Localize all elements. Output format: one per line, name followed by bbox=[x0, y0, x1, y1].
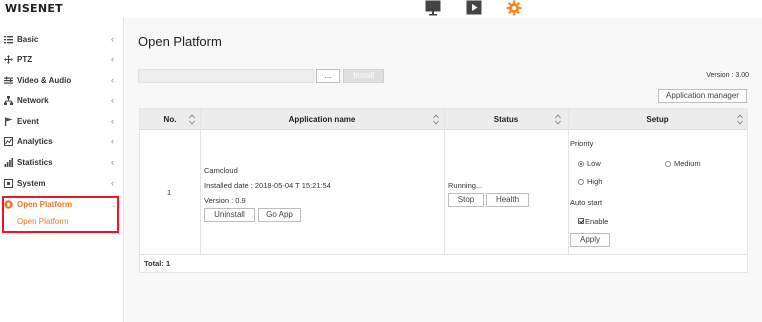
chevron-left-icon: ‹ bbox=[111, 178, 114, 188]
main-content: Open Platform ... Install Version : 3.00… bbox=[125, 18, 762, 322]
sidebar-item-video-audio[interactable]: Video & Audio ‹ bbox=[0, 72, 124, 92]
sidebar-item-basic[interactable]: Basic ‹ bbox=[0, 31, 124, 51]
installed-date: Installed date : 2018-05-04 T 15:21:54 bbox=[204, 181, 331, 190]
sidebar-item-label: Video & Audio bbox=[17, 76, 72, 85]
system-icon bbox=[4, 179, 13, 188]
event-flag-icon bbox=[5, 117, 13, 126]
application-table: No. Application name Status Setup 1 Camc… bbox=[139, 108, 748, 273]
enable-label: Enable bbox=[585, 217, 609, 226]
row-number: 1 bbox=[167, 188, 172, 197]
auto-start-label: Auto start bbox=[570, 198, 603, 207]
apply-button[interactable]: Apply bbox=[570, 233, 610, 247]
sort-icon[interactable] bbox=[433, 114, 439, 125]
chevron-left-icon: ‹ bbox=[111, 95, 114, 105]
priority-high-radio[interactable] bbox=[578, 179, 584, 185]
sort-icon[interactable] bbox=[555, 114, 561, 125]
chevron-left-icon: ‹ bbox=[111, 54, 114, 64]
network-icon bbox=[4, 96, 13, 105]
app-name: Camcloud bbox=[204, 166, 238, 175]
priority-low-radio[interactable] bbox=[578, 161, 584, 167]
sidebar-item-label: System bbox=[17, 179, 46, 188]
chevron-left-icon: ‹ bbox=[111, 34, 114, 44]
priority-label: Priority bbox=[570, 139, 594, 148]
column-divider bbox=[444, 109, 445, 254]
chevron-left-icon: ‹ bbox=[111, 157, 114, 167]
stop-button[interactable]: Stop bbox=[448, 193, 484, 207]
priority-high-label: High bbox=[587, 177, 603, 186]
sidebar-item-label: Network bbox=[17, 96, 49, 105]
column-header-application-name[interactable]: Application name bbox=[200, 109, 444, 130]
row-divider bbox=[140, 254, 747, 255]
sidebar-item-label: Analytics bbox=[17, 137, 53, 146]
active-menu-highlight bbox=[2, 196, 119, 233]
health-button[interactable]: Health bbox=[486, 193, 529, 207]
enable-checkbox[interactable] bbox=[578, 218, 584, 224]
sidebar-item-label: PTZ bbox=[17, 55, 33, 64]
wisenet-logo: WISENET bbox=[5, 2, 63, 15]
chevron-left-icon: ‹ bbox=[111, 116, 114, 126]
sidebar-item-system[interactable]: System ‹ bbox=[0, 175, 124, 195]
priority-medium-label: Medium bbox=[674, 159, 701, 168]
sidebar-item-analytics[interactable]: Analytics ‹ bbox=[0, 133, 124, 153]
column-header-status[interactable]: Status bbox=[444, 109, 568, 130]
sidebar-item-label: Event bbox=[17, 117, 39, 126]
sidebar-item-statistics[interactable]: Statistics ‹ bbox=[0, 154, 124, 174]
file-path-field[interactable] bbox=[138, 69, 314, 83]
list-icon bbox=[4, 36, 13, 44]
sort-icon[interactable] bbox=[737, 114, 743, 125]
app-version: Version : 0.9 bbox=[204, 196, 246, 205]
gear-icon[interactable] bbox=[506, 0, 522, 16]
status-text: Running... bbox=[448, 181, 483, 190]
sidebar-item-event[interactable]: Event ‹ bbox=[0, 113, 124, 133]
application-manager-button[interactable]: Application manager bbox=[658, 89, 747, 103]
sort-icon[interactable] bbox=[189, 114, 195, 125]
monitor-icon[interactable] bbox=[425, 0, 441, 16]
play-icon[interactable] bbox=[466, 0, 482, 16]
analytics-icon bbox=[4, 137, 13, 146]
move-arrows-icon bbox=[4, 55, 13, 64]
sidebar-item-label: Basic bbox=[17, 35, 39, 44]
sidebar-item-ptz[interactable]: PTZ ‹ bbox=[0, 51, 124, 71]
priority-low-label: Low bbox=[587, 159, 601, 168]
version-label: Version : 3.00 bbox=[706, 72, 749, 79]
priority-medium-radio[interactable] bbox=[665, 161, 671, 167]
column-header-setup[interactable]: Setup bbox=[568, 109, 747, 130]
chevron-left-icon: ‹ bbox=[111, 75, 114, 85]
page-title: Open Platform bbox=[138, 34, 222, 49]
go-app-button[interactable]: Go App bbox=[258, 208, 301, 222]
video-audio-icon bbox=[4, 76, 13, 84]
column-divider bbox=[200, 109, 201, 254]
sidebar-item-network[interactable]: Network ‹ bbox=[0, 92, 124, 112]
total-count: Total: 1 bbox=[144, 259, 171, 268]
sidebar-item-label: Statistics bbox=[17, 158, 53, 167]
chevron-left-icon: ‹ bbox=[111, 136, 114, 146]
uninstall-button[interactable]: Uninstall bbox=[204, 208, 255, 222]
install-button[interactable]: Install bbox=[343, 69, 384, 83]
statistics-bar-icon bbox=[4, 158, 13, 167]
sidebar: Basic ‹ PTZ ‹ Video & Audio ‹ Network ‹ … bbox=[0, 18, 124, 322]
column-divider bbox=[568, 109, 569, 254]
top-bar: WISENET bbox=[0, 0, 762, 18]
browse-button[interactable]: ... bbox=[316, 69, 340, 83]
